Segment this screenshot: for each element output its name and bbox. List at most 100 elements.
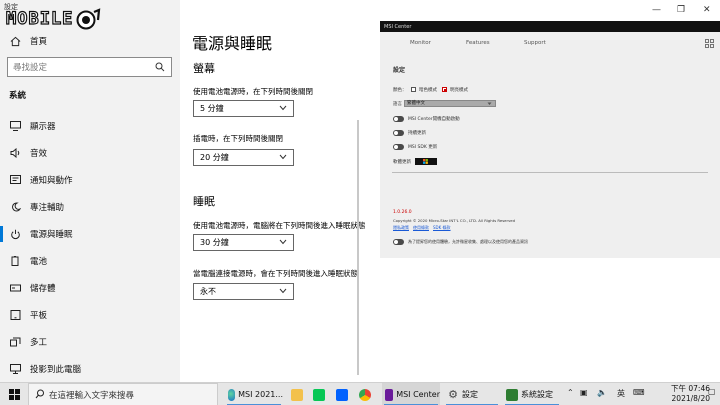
light-mode-radio[interactable] (442, 87, 447, 92)
sidebar-item-label: 專注輔助 (30, 203, 65, 213)
notification-center-icon[interactable]: ▢ (708, 387, 716, 396)
sidebar-item-project[interactable]: 投影到此電腦 (0, 357, 180, 381)
taskbar-line[interactable] (310, 383, 330, 405)
monitor-icon (0, 121, 30, 131)
sidebar-item-monitor[interactable]: 顯示器 (0, 114, 180, 138)
msi-version: 1.0.26.0 (393, 210, 412, 215)
tab-support[interactable]: Support (524, 40, 546, 46)
active-indicator (0, 226, 3, 242)
sidebar-item-storage[interactable]: 儲存體 (0, 276, 180, 300)
sidebar-item-moon[interactable]: 專注輔助 (0, 195, 180, 219)
sidebar-item-speaker[interactable]: 音效 (0, 141, 180, 165)
volume-icon[interactable]: 🔈 (597, 388, 607, 397)
taskbar-app-msi-center[interactable]: MSI Center (382, 383, 440, 405)
taskbar-clock[interactable]: 下午 07:46 2021/8/20 (660, 384, 710, 404)
msi-center-icon (385, 388, 394, 401)
clock-time: 下午 07:46 (671, 384, 710, 393)
msi-center-window: — ❐ ✕ MSI Center Monitor Features Suppor… (380, 0, 720, 382)
autostart-label: MSI Center開機自動啟動 (408, 117, 460, 122)
taskbar-search-input[interactable]: 在這裡輸入文字來搜尋 (28, 383, 218, 405)
taskbar-app-system-label: 系統設定 (521, 390, 553, 399)
moon-icon (0, 202, 30, 212)
taskbar-app-edge[interactable]: MSI 2021... (225, 383, 283, 405)
windows-taskbar: 在這裡輸入文字來搜尋 MSI 2021... MSI Center ⚙ 設定 系… (0, 382, 720, 405)
screen-plugged-label: 插電時，在下列時間後關閉 (193, 134, 283, 143)
screen-battery-label: 使用電池電源時，在下列時間後關閉 (193, 87, 313, 96)
sidebar-item-label: 通知與動作 (30, 176, 73, 186)
taskbar-app-settings[interactable]: ⚙ 設定 (444, 383, 500, 405)
taskbar-file-explorer[interactable] (288, 383, 308, 405)
screen-heading: 螢幕 (193, 62, 215, 75)
msi-titlebar: MSI Center (380, 21, 720, 32)
sidebar-item-label: 儲存體 (30, 284, 56, 294)
sidebar-item-battery[interactable]: 電池 (0, 249, 180, 273)
microsoft-logo-icon (423, 159, 428, 164)
project-icon (0, 364, 30, 374)
storage-icon (0, 283, 30, 293)
terms-link[interactable]: 使用條款 (413, 225, 429, 231)
sleep-plugged-value: 永不 (200, 287, 216, 296)
sidebar-item-tablet[interactable]: 平板 (0, 303, 180, 327)
screen-plugged-value: 20 分鐘 (200, 153, 229, 162)
tab-monitor[interactable]: Monitor (410, 40, 431, 46)
notification-icon (0, 175, 30, 185)
settings-search-input[interactable]: 尋找設定 (7, 57, 172, 77)
keyboard-icon[interactable]: ⌨ (633, 388, 645, 397)
sleep-battery-value: 30 分鐘 (200, 238, 229, 247)
dark-mode-radio[interactable] (411, 87, 416, 92)
sleep-battery-dropdown[interactable]: 30 分鐘 (193, 234, 294, 251)
sidebar-section-title: 系統 (9, 91, 27, 101)
close-icon[interactable]: ✕ (703, 5, 711, 15)
screen-battery-value: 5 分鐘 (200, 104, 224, 113)
grid-menu-icon[interactable] (705, 39, 714, 48)
privacy-link[interactable]: 隱私政策 (393, 225, 409, 231)
maximize-icon[interactable]: ❐ (677, 5, 685, 15)
search-icon (155, 62, 165, 75)
network-icon[interactable]: ▣ (580, 388, 588, 397)
home-icon (0, 36, 30, 47)
window-controls-bar: — ❐ ✕ (380, 0, 720, 21)
power-icon (0, 229, 30, 240)
search-placeholder: 尋找設定 (13, 63, 48, 73)
sidebar-item-label: 電池 (30, 257, 48, 267)
taskbar-app-settings-label: 設定 (462, 390, 478, 399)
taskbar-dropbox[interactable] (333, 383, 353, 405)
language-select[interactable]: 繁體中文 (404, 100, 496, 107)
windows-logo-icon (8, 389, 20, 400)
taskbar-app-msi-label: MSI Center (396, 390, 440, 399)
folder-icon (291, 388, 303, 401)
sidebar-item-label: 顯示器 (30, 122, 56, 132)
chrome-icon (359, 388, 371, 401)
autostart-toggle[interactable] (393, 116, 404, 122)
chevron-down-icon (487, 102, 492, 105)
clock-date: 2021/8/20 (671, 394, 710, 403)
mobile01-watermark-logo: MOBILE (5, 8, 101, 30)
screen-battery-dropdown[interactable]: 5 分鐘 (193, 100, 294, 117)
input-method-indicator[interactable]: 英 (617, 388, 625, 399)
sidebar-item-power[interactable]: 電源與睡眠 (0, 222, 180, 246)
taskbar-app-system-settings[interactable]: 系統設定 (503, 383, 561, 405)
taskbar-search-placeholder: 在這裡輸入文字來搜尋 (49, 390, 135, 401)
sidebar-item-multitask[interactable]: 多工 (0, 330, 180, 354)
taskbar-app-edge-label: MSI 2021... (238, 390, 283, 399)
sidebar-item-label: 多工 (30, 338, 48, 348)
sidebar-item-notification[interactable]: 通知與動作 (0, 168, 180, 192)
screen-plugged-dropdown[interactable]: 20 分鐘 (193, 149, 294, 166)
sdk-update-label: MSI SDK 更新 (408, 145, 438, 150)
dark-mode-label: 暗色模式 (419, 88, 437, 93)
show-hidden-icons-icon[interactable]: ⌃ (567, 388, 574, 397)
tab-features[interactable]: Features (466, 40, 490, 46)
minimize-icon[interactable]: — (652, 5, 661, 15)
microsoft-store-button[interactable] (415, 158, 437, 165)
sdk-update-toggle[interactable] (393, 144, 404, 150)
start-button[interactable] (0, 383, 28, 405)
sdk-terms-link[interactable]: SDK 條款 (433, 225, 451, 231)
data-consent-toggle[interactable] (393, 239, 404, 245)
taskbar-chrome[interactable] (356, 383, 376, 405)
sidebar-item-label: 投影到此電腦 (30, 365, 82, 375)
content-scrollbar[interactable] (357, 120, 359, 375)
chevron-down-icon (279, 154, 287, 160)
sleep-plugged-dropdown[interactable]: 永不 (193, 283, 294, 300)
auto-update-toggle[interactable] (393, 130, 404, 136)
sidebar-home[interactable]: 首頁 (0, 29, 180, 53)
